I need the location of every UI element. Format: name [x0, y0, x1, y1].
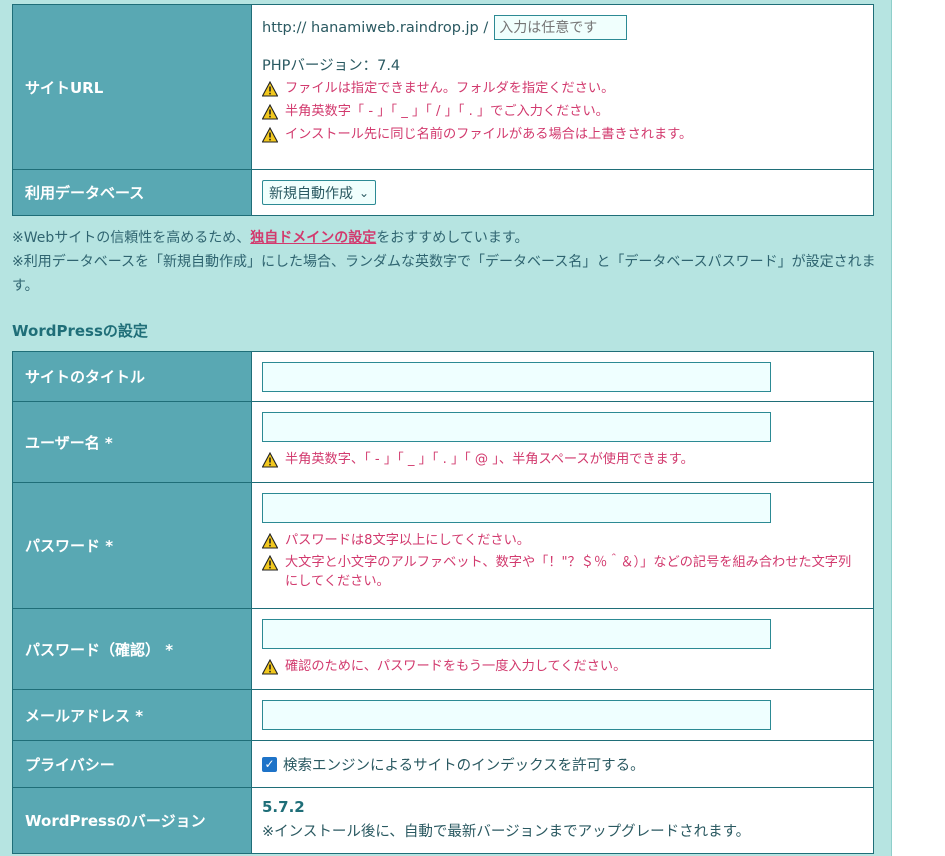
site-title-label: サイトのタイトル	[12, 351, 252, 402]
warning-icon	[262, 127, 278, 143]
password-label: パスワード *	[12, 482, 252, 609]
url-path-input[interactable]	[494, 15, 628, 40]
email-input[interactable]	[262, 700, 771, 730]
url-warning: 半角英数字「 - 」「 _ 」「 / 」「 . 」でご入力ください。	[262, 102, 863, 121]
url-line: http:// hanamiweb.raindrop.jp /	[262, 15, 863, 40]
version-note: ※インストール後に、自動で最新バージョンまでアップグレードされます。	[262, 824, 751, 840]
password-confirm-warning: 確認のために、パスワードをもう一度入力してください。	[262, 657, 863, 676]
warning-icon	[262, 533, 278, 549]
url-warning: ファイルは指定できません。フォルダを指定ください。	[262, 79, 863, 98]
site-title-row: サイトのタイトル	[12, 351, 874, 402]
url-warnings: ファイルは指定できません。フォルダを指定ください。 半角英数字「 - 」「 _ …	[262, 79, 863, 144]
database-cell: 新規自動作成 ⌄	[251, 169, 874, 216]
warning-icon	[262, 104, 278, 120]
url-prefix: http:// hanamiweb.raindrop.jp /	[262, 19, 489, 36]
php-version: PHPバージョン：7.4	[262, 58, 401, 74]
site-url-row: サイトURL http:// hanamiweb.raindrop.jp / P…	[12, 4, 874, 170]
warning-icon	[262, 659, 278, 675]
warning-icon	[262, 452, 278, 468]
email-row: メールアドレス *	[12, 689, 874, 741]
password-confirm-row: パスワード（確認） * 確認のために、パスワードをもう一度入力してください。	[12, 608, 874, 690]
email-label: メールアドレス *	[12, 689, 252, 741]
chevron-down-icon: ⌄	[359, 185, 370, 200]
username-input[interactable]	[262, 412, 771, 442]
site-title-input[interactable]	[262, 362, 771, 392]
custom-domain-link[interactable]: 独自ドメインの設定	[250, 230, 376, 246]
username-row: ユーザー名 * 半角英数字、「 - 」「 _ 」「 . 」「 @ 」、半角スペー…	[12, 401, 874, 483]
password-row: パスワード * パスワードは8文字以上にしてください。 大文字と小文字のアルファ…	[12, 482, 874, 609]
username-warning: 半角英数字、「 - 」「 _ 」「 . 」「 @ 」、半角スペースが使用できます…	[262, 450, 863, 469]
password-warning: 大文字と小文字のアルファベット、数字や「！"？＄％＾＆）」などの記号を組み合わせ…	[262, 553, 863, 591]
version-value: 5.7.2	[262, 798, 305, 816]
install-panel: サイトURL http:// hanamiweb.raindrop.jp / P…	[0, 0, 892, 856]
warning-icon	[262, 555, 278, 571]
privacy-row: プライバシー ✓ 検索エンジンによるサイトのインデックスを許可する。	[12, 740, 874, 788]
index-checkbox[interactable]: ✓	[262, 757, 277, 772]
password-confirm-label: パスワード（確認） *	[12, 608, 252, 690]
password-confirm-input[interactable]	[262, 619, 771, 649]
note-domain: ※Webサイトの信頼性を高めるため、独自ドメインの設定をおすすめしています。	[12, 230, 529, 246]
site-settings-table: サイトURL http:// hanamiweb.raindrop.jp / P…	[12, 4, 874, 216]
database-row: 利用データベース 新規自動作成 ⌄	[12, 169, 874, 216]
privacy-option[interactable]: ✓ 検索エンジンによるサイトのインデックスを許可する。	[262, 754, 863, 775]
version-row: WordPressのバージョン 5.7.2 ※インストール後に、自動で最新バージ…	[12, 787, 874, 854]
version-label: WordPressのバージョン	[12, 787, 252, 854]
wordpress-settings-heading: WordPressの設定	[12, 322, 148, 340]
url-warning: インストール先に同じ名前のファイルがある場合は上書きされます。	[262, 125, 863, 144]
note-database: ※利用データベースを「新規自動作成」にした場合、ランダムな英数字で「データベース…	[12, 254, 876, 294]
username-label: ユーザー名 *	[12, 401, 252, 483]
notes: ※Webサイトの信頼性を高めるため、独自ドメインの設定をおすすめしています。 ※…	[12, 226, 882, 298]
password-input[interactable]	[262, 493, 771, 523]
wordpress-settings-table: サイトのタイトル ユーザー名 * 半角英数字、「 - 」「 _ 」「 . 」「 …	[12, 351, 874, 854]
warning-icon	[262, 81, 278, 97]
site-url-cell: http:// hanamiweb.raindrop.jp / PHPバージョン…	[251, 4, 874, 170]
database-label: 利用データベース	[12, 169, 252, 216]
database-select[interactable]: 新規自動作成 ⌄	[262, 180, 377, 205]
privacy-label: プライバシー	[12, 740, 252, 788]
site-url-label: サイトURL	[12, 4, 252, 170]
password-warning: パスワードは8文字以上にしてください。	[262, 531, 863, 550]
